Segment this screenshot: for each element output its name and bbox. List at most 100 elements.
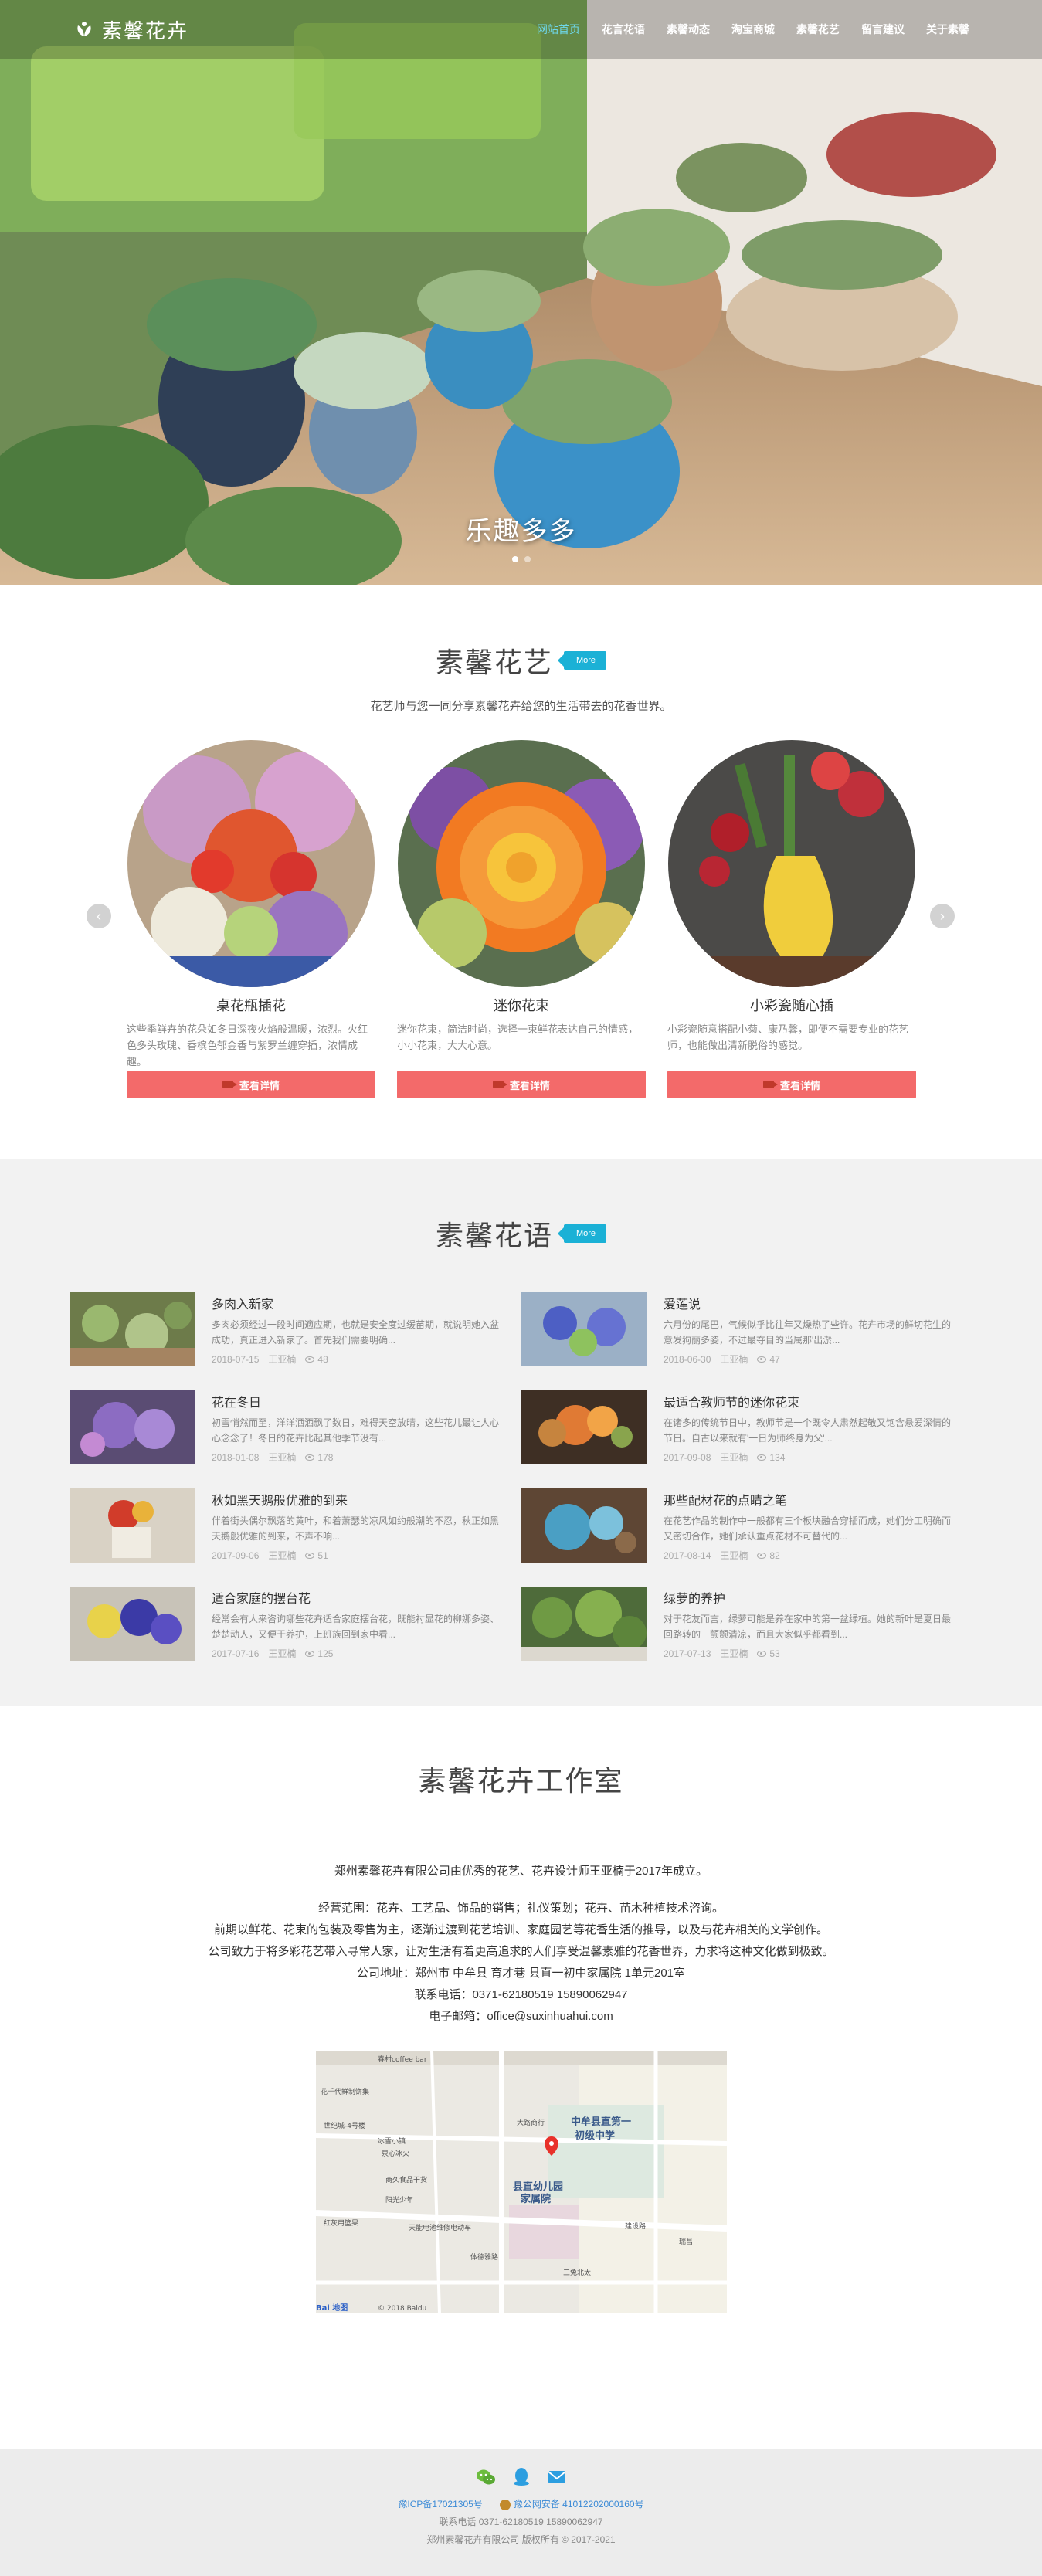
- autumn-flowers-image: [70, 1488, 195, 1563]
- article-thumbnail[interactable]: [521, 1587, 647, 1661]
- table-flowers-image: [70, 1587, 195, 1661]
- article-author: 王亚楠: [268, 1648, 297, 1659]
- article-author: 王亚楠: [720, 1452, 748, 1463]
- art-card-photo[interactable]: [668, 740, 915, 987]
- article-thumbnail[interactable]: [521, 1488, 647, 1563]
- carousel-prev-button[interactable]: ‹: [87, 904, 111, 928]
- art-card-title: 桌花瓶插花: [216, 998, 286, 1013]
- article-title[interactable]: 绿萝的养护: [664, 1588, 951, 1607]
- article-meta: 2018-06-30 王亚楠 47: [664, 1352, 951, 1366]
- nav-guestbook[interactable]: 留言建议: [850, 0, 915, 59]
- views-count: 178: [317, 1451, 334, 1463]
- article-views: 134: [757, 1452, 785, 1463]
- article-item[interactable]: 适合家庭的摆台花 经常会有人来咨询哪些花卉适合家庭摆台花，既能衬显花的柳娜多姿、…: [70, 1587, 521, 1661]
- article-title[interactable]: 适合家庭的摆台花: [212, 1588, 499, 1607]
- article-excerpt: 六月份的尾巴，气候似乎比往年又燥热了些许。花卉市场的鲜切花生的意发狗丽多姿，不过…: [664, 1319, 951, 1346]
- nav-taobao-shop[interactable]: 淘宝商城: [721, 0, 786, 59]
- article-meta: 2017-08-14 王亚楠 82: [664, 1549, 951, 1562]
- article-item[interactable]: 多肉入新家 多肉必须经过一段时间適应期，也就是安全度过缓苗期，就说明她入盆成功，…: [70, 1292, 521, 1366]
- view-details-button[interactable]: 查看详情: [127, 1071, 375, 1098]
- article-thumbnail[interactable]: [70, 1292, 195, 1366]
- article-date: 2018-06-30: [664, 1353, 711, 1365]
- article-thumbnail[interactable]: [521, 1292, 647, 1366]
- more-button[interactable]: More: [563, 651, 607, 670]
- article-thumbnail[interactable]: [521, 1390, 647, 1464]
- map-label: 花千代鲜制饼集: [321, 2087, 369, 2096]
- article-body: 最适合教师节的迷你花束 在诸多的传统节日中，教师节是一个既令人肃然起敬又饱含悬爱…: [664, 1390, 951, 1464]
- article-date: 2017-07-13: [664, 1648, 711, 1659]
- map-label: 初级中学: [575, 2130, 615, 2142]
- art-card-title: 小彩瓷随心插: [750, 998, 833, 1013]
- map-label: 中牟县直第一: [571, 2116, 631, 2128]
- article-date: 2017-08-14: [664, 1549, 711, 1561]
- map-label: 冰雪小镇: [378, 2136, 406, 2146]
- succulents-image: [70, 1292, 195, 1366]
- map-label: 家属院: [521, 2193, 551, 2205]
- art-card-photo[interactable]: [398, 740, 645, 987]
- views-count: 134: [769, 1451, 786, 1463]
- nav-flower-art[interactable]: 素馨花艺: [786, 0, 850, 59]
- icp-link[interactable]: 豫ICP备17021305号: [398, 2497, 482, 2510]
- studio-intro: 郑州素馨花卉有限公司由优秀的花艺、花卉设计师王亚楠于2017年成立。: [334, 1865, 708, 1878]
- article-title[interactable]: 最适合教师节的迷你花束: [664, 1392, 951, 1410]
- article-meta: 2018-01-08 王亚楠 178: [212, 1451, 499, 1464]
- map-brand: Bai 地图: [316, 2303, 348, 2313]
- police-link[interactable]: 豫公网安备 41012202000160号: [514, 2499, 644, 2510]
- article-item[interactable]: 花在冬日 初雪悄然而至，洋洋洒洒飘了数日，难得天空放晴，这些花儿最让人心心念念了…: [70, 1390, 521, 1464]
- article-excerpt: 初雪悄然而至，洋洋洒洒飘了数日，难得天空放晴，这些花儿最让人心心念念了！冬日的花…: [212, 1417, 499, 1444]
- article-item[interactable]: 那些配材花的点睛之笔 在花艺作品的制作中一般都有三个板块融合穿插而成，她们分工明…: [521, 1488, 972, 1563]
- article-title[interactable]: 花在冬日: [212, 1392, 499, 1410]
- eye-icon: [305, 1454, 315, 1461]
- article-title[interactable]: 爱莲说: [664, 1294, 951, 1312]
- nav-about[interactable]: 关于素馨: [915, 0, 980, 59]
- wechat-icon[interactable]: [475, 2466, 497, 2488]
- more-button[interactable]: More: [563, 1224, 607, 1243]
- article-body: 爱莲说 六月份的尾巴，气候似乎比往年又燥热了些许。花卉市场的鲜切花生的意发狗丽多…: [664, 1292, 951, 1366]
- article-body: 适合家庭的摆台花 经常会有人来咨询哪些花卉适合家庭摆台花，既能衬显花的柳娜多姿、…: [212, 1587, 499, 1661]
- site-logo[interactable]: 素馨花卉: [74, 15, 188, 44]
- carousel-dot[interactable]: [511, 556, 518, 562]
- police-badge-icon: [499, 2499, 511, 2510]
- footer-links: 豫ICP备17021305号 豫公网安备 41012202000160号: [0, 2497, 1042, 2510]
- article-views: 51: [305, 1550, 328, 1561]
- article-thumbnail[interactable]: [70, 1390, 195, 1464]
- eye-icon: [757, 1553, 767, 1560]
- art-card-photo[interactable]: [127, 740, 375, 987]
- map-label: 天能电池维修电动车: [409, 2223, 471, 2232]
- map-copyright: © 2018 Baidu: [378, 2305, 426, 2313]
- article-title[interactable]: 秋如黑天鹅般优雅的到来: [212, 1490, 499, 1509]
- article-thumbnail[interactable]: [70, 1488, 195, 1563]
- view-details-button[interactable]: 查看详情: [667, 1071, 916, 1098]
- nav-news[interactable]: 素馨动态: [656, 0, 721, 59]
- article-title[interactable]: 那些配材花的点睛之笔: [664, 1490, 951, 1509]
- carousel-next-button[interactable]: ›: [930, 904, 955, 928]
- article-item[interactable]: 最适合教师节的迷你花束 在诸多的传统节日中，教师节是一个既令人肃然起敬又饱含悬爱…: [521, 1390, 972, 1464]
- article-date: 2017-09-08: [664, 1451, 711, 1463]
- nav-home[interactable]: 网站首页: [526, 0, 591, 59]
- article-item[interactable]: 绿萝的养护 对于花友而言，绿萝可能是养在家中的第一盆绿植。她的新叶是夏日最回路转…: [521, 1587, 972, 1661]
- carousel-dot[interactable]: [524, 556, 531, 562]
- email-icon[interactable]: [546, 2466, 568, 2488]
- police-record: 豫公网安备 41012202000160号: [499, 2497, 644, 2510]
- flower-logo-icon: [77, 22, 91, 36]
- nav-flower-words[interactable]: 花言花语: [591, 0, 656, 59]
- article-thumbnail[interactable]: [70, 1587, 195, 1661]
- eye-icon: [305, 1553, 315, 1560]
- article-excerpt: 对于花友而言，绿萝可能是养在家中的第一盆绿植。她的新叶是夏日最回路转的一颤颤清凉…: [664, 1614, 951, 1640]
- map-label: 商久食品干货: [385, 2175, 427, 2184]
- article-item[interactable]: 秋如黑天鹅般优雅的到来 伴着街头偶尔飘落的黄叶，和着萧瑟的凉风如约般潮的不忍，秋…: [70, 1488, 521, 1563]
- views-count: 48: [317, 1353, 328, 1365]
- hero-banner: 素馨花卉 网站首页 花言花语 素馨动态 淘宝商城 素馨花艺 留言建议 关于素馨 …: [0, 0, 1042, 585]
- views-count: 53: [769, 1648, 780, 1659]
- hero-photo: [0, 0, 1042, 585]
- article-item[interactable]: 爱莲说 六月份的尾巴，气候似乎比往年又燥热了些许。花卉市场的鲜切花生的意发狗丽多…: [521, 1292, 972, 1366]
- baidu-map[interactable]: 春村coffee bar 花千代鲜制饼集 世纪城-4号楼 大路商行 中牟县直第一…: [315, 2051, 727, 2313]
- top-navbar: 素馨花卉 网站首页 花言花语 素馨动态 淘宝商城 素馨花艺 留言建议 关于素馨: [0, 0, 1042, 59]
- view-details-button[interactable]: 查看详情: [397, 1071, 646, 1098]
- article-excerpt: 经常会有人来咨询哪些花卉适合家庭摆台花，既能衬显花的柳娜多姿、楚楚动人，又便于养…: [212, 1614, 499, 1640]
- views-count: 47: [769, 1353, 780, 1365]
- map-label: 三兔北太: [563, 2268, 591, 2277]
- qq-icon[interactable]: [511, 2466, 532, 2488]
- article-title[interactable]: 多肉入新家: [212, 1294, 499, 1312]
- view-details-label: 查看详情: [239, 1079, 280, 1091]
